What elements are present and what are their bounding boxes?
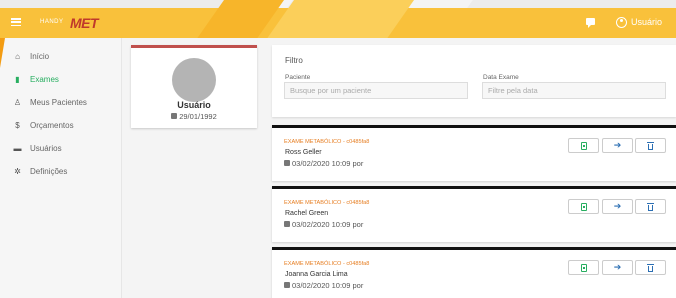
calendar-icon (284, 160, 290, 166)
exam-date-text: 03/02/2020 10:09 por (292, 220, 364, 229)
open-exam-button[interactable]: ➔ (602, 138, 633, 153)
sidebar-item-label: Definições (30, 166, 68, 176)
document-icon (580, 263, 587, 272)
sidebar-item-label: Orçamentos (30, 120, 74, 130)
sidebar-item-inicio[interactable]: ⌂ Início (0, 46, 122, 66)
trash-icon (647, 202, 654, 211)
avatar (172, 58, 216, 102)
delete-exam-button[interactable] (635, 199, 666, 214)
exam-card: EXAME METABÓLICO - c0485fa8 Ross Geller … (272, 125, 676, 181)
chat-icon[interactable] (586, 18, 595, 28)
exam-type: EXAME METABÓLICO - c0485fa8 (284, 200, 370, 206)
exam-date-text: 03/02/2020 10:09 por (292, 281, 364, 290)
sidebar-item-usuarios[interactable]: ▬ Usuários (0, 138, 122, 158)
sidebar-item-label: Usuários (30, 143, 62, 153)
open-exam-button[interactable]: ➔ (602, 260, 633, 275)
sidebar-item-label: Exames (30, 74, 59, 84)
exam-card: EXAME METABÓLICO - c0485fa8 Joanna Garci… (272, 247, 676, 298)
date-filter-input[interactable] (482, 82, 666, 99)
view-report-button[interactable] (568, 138, 599, 153)
sidebar: ⌂ Início ▮ Exames ♙ Meus Pacientes $ Orç… (0, 38, 122, 298)
users-icon: ♙ (13, 97, 22, 107)
calendar-icon (171, 113, 178, 119)
user-circle-icon (616, 16, 627, 28)
user-menu[interactable]: Usuário (616, 16, 662, 28)
top-header: HANDY MET Usuário (0, 0, 676, 38)
exam-card: EXAME METABÓLICO - c0485fa8 Rachel Green… (272, 186, 676, 242)
patient-search-input[interactable] (284, 82, 468, 99)
gear-icon: ✲ (14, 166, 21, 176)
profile-date-text: 29/01/1992 (179, 112, 217, 121)
exam-patient: Rachel Green (285, 210, 329, 217)
briefcase-icon: ▬ (13, 143, 22, 153)
view-report-button[interactable] (568, 199, 599, 214)
view-report-button[interactable] (568, 260, 599, 275)
calendar-icon (284, 282, 290, 288)
delete-exam-button[interactable] (635, 138, 666, 153)
calendar-icon (284, 221, 290, 227)
sidebar-item-meus-pacientes[interactable]: ♙ Meus Pacientes (0, 92, 122, 112)
exam-date-text: 03/02/2020 10:09 por (292, 159, 364, 168)
filter-panel: Filtro Paciente Data Exame (272, 45, 676, 117)
profile-name: Usuário (177, 100, 211, 110)
user-name: Usuário (631, 17, 663, 27)
dollar-icon: $ (15, 120, 20, 130)
exam-patient: Joanna Garcia Lima (285, 271, 348, 278)
exam-date: 03/02/2020 10:09 por (284, 281, 363, 290)
delete-exam-button[interactable] (635, 260, 666, 275)
profile-birthdate: 29/01/1992 (131, 112, 257, 121)
arrow-right-icon: ➔ (613, 140, 622, 150)
exam-patient: Ross Geller (285, 149, 322, 156)
sidebar-item-label: Meus Pacientes (30, 97, 87, 107)
arrow-right-icon: ➔ (613, 201, 622, 211)
sidebar-item-exames[interactable]: ▮ Exames (0, 69, 122, 89)
exam-type: EXAME METABÓLICO - c0485fa8 (284, 261, 370, 267)
brand-prefix: HANDY (40, 19, 64, 25)
brand-logo[interactable]: MET (70, 15, 99, 31)
patient-label: Paciente (285, 74, 311, 81)
sidebar-item-definicoes[interactable]: ✲ Definições (0, 161, 122, 181)
open-exam-button[interactable]: ➔ (602, 199, 633, 214)
document-icon (580, 202, 587, 211)
exam-type: EXAME METABÓLICO - c0485fa8 (284, 139, 370, 145)
date-label: Data Exame (483, 74, 519, 81)
exam-date: 03/02/2020 10:09 por (284, 159, 363, 168)
home-icon: ⌂ (15, 51, 20, 61)
sidebar-item-orcamentos[interactable]: $ Orçamentos (0, 115, 122, 135)
trash-icon (647, 263, 654, 272)
arrow-right-icon: ➔ (613, 262, 622, 272)
trash-icon (647, 141, 654, 150)
profile-card: Usuário 29/01/1992 (131, 45, 257, 128)
sidebar-item-label: Início (30, 51, 50, 61)
exam-date: 03/02/2020 10:09 por (284, 220, 363, 229)
hamburger-icon[interactable] (11, 18, 21, 27)
filter-title: Filtro (285, 56, 303, 65)
book-icon: ▮ (15, 74, 20, 84)
document-icon (580, 141, 587, 150)
